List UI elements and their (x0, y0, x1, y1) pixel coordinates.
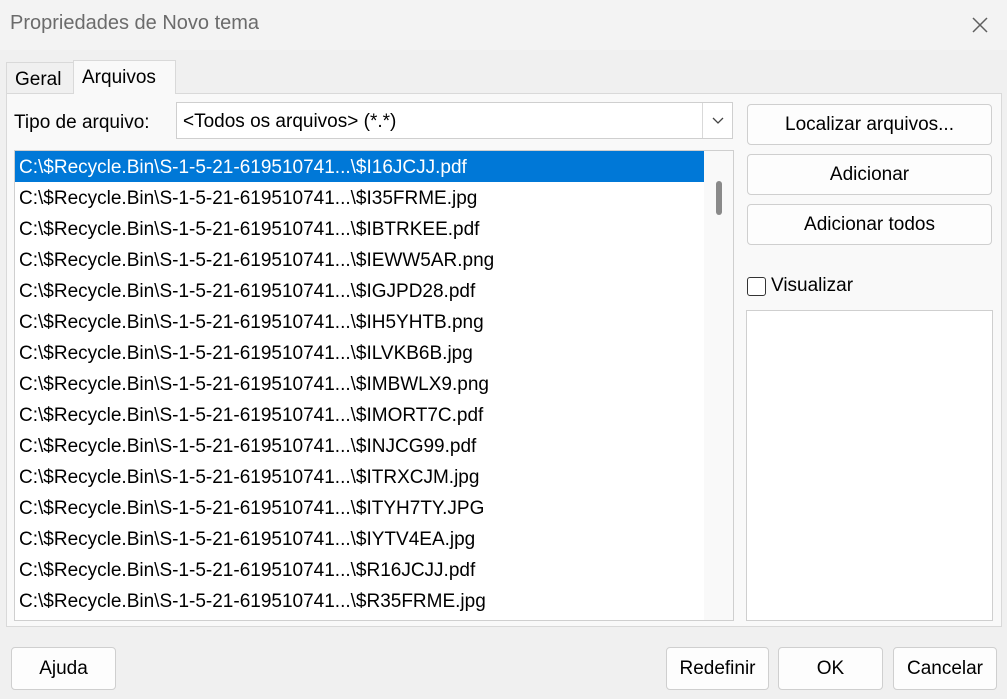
tab-geral[interactable]: Geral (6, 62, 74, 94)
window-title: Propriedades de Novo tema (10, 12, 260, 34)
list-item[interactable]: C:\$Recycle.Bin\S-1-5-21-619510741...\$I… (15, 213, 704, 244)
list-item[interactable]: C:\$Recycle.Bin\S-1-5-21-619510741...\$I… (15, 368, 704, 399)
close-icon (972, 17, 988, 33)
help-button[interactable]: Ajuda (11, 647, 116, 690)
scrollbar-thumb[interactable] (716, 181, 722, 215)
list-item[interactable]: C:\$Recycle.Bin\S-1-5-21-619510741...\$I… (15, 430, 704, 461)
list-item[interactable]: C:\$Recycle.Bin\S-1-5-21-619510741...\$I… (15, 492, 704, 523)
add-button[interactable]: Adicionar (747, 154, 992, 195)
tab-arquivos[interactable]: Arquivos (73, 60, 176, 94)
cancel-button[interactable]: Cancelar (893, 647, 997, 690)
file-list[interactable]: C:\$Recycle.Bin\S-1-5-21-619510741...\$I… (14, 150, 734, 621)
filetype-label: Tipo de arquivo: (14, 112, 150, 133)
list-item[interactable]: C:\$Recycle.Bin\S-1-5-21-619510741...\$I… (15, 182, 704, 213)
ok-button[interactable]: OK (778, 647, 883, 690)
reset-button[interactable]: Redefinir (666, 647, 769, 690)
preview-area (746, 310, 993, 621)
list-scrollbar[interactable] (704, 151, 733, 620)
title-bar: Propriedades de Novo tema (0, 0, 1007, 50)
list-item[interactable]: C:\$Recycle.Bin\S-1-5-21-619510741...\$R… (15, 554, 704, 585)
filetype-select[interactable]: <Todos os arquivos> (*.*) (176, 102, 733, 139)
list-item[interactable]: C:\$Recycle.Bin\S-1-5-21-619510741...\$I… (15, 523, 704, 554)
close-button[interactable] (960, 8, 1000, 42)
preview-checkbox[interactable] (747, 276, 766, 296)
add-all-button[interactable]: Adicionar todos (747, 204, 992, 245)
list-item[interactable]: C:\$Recycle.Bin\S-1-5-21-619510741...\$I… (15, 461, 704, 492)
chevron-down-icon (712, 117, 723, 124)
dropdown-arrow-button[interactable] (702, 103, 732, 138)
list-item[interactable]: C:\$Recycle.Bin\S-1-5-21-619510741...\$I… (15, 275, 704, 306)
locate-files-button[interactable]: Localizar arquivos... (747, 104, 992, 145)
list-item[interactable]: C:\$Recycle.Bin\S-1-5-21-619510741...\$I… (15, 399, 704, 430)
preview-label: Visualizar (771, 275, 854, 296)
preview-checkbox-row[interactable]: Visualizar (747, 275, 853, 297)
list-item[interactable]: C:\$Recycle.Bin\S-1-5-21-619510741...\$I… (15, 244, 704, 275)
list-item[interactable]: C:\$Recycle.Bin\S-1-5-21-619510741...\$I… (15, 151, 704, 182)
list-item[interactable]: C:\$Recycle.Bin\S-1-5-21-619510741...\$R… (15, 585, 704, 616)
list-item[interactable]: C:\$Recycle.Bin\S-1-5-21-619510741...\$I… (15, 337, 704, 368)
filetype-value: <Todos os arquivos> (*.*) (183, 111, 397, 132)
list-item[interactable]: C:\$Recycle.Bin\S-1-5-21-619510741...\$I… (15, 306, 704, 337)
